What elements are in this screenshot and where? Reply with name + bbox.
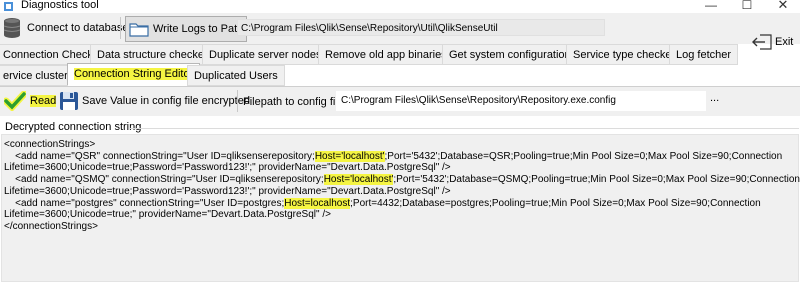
filepath-field[interactable]: C:\Program Files\Qlik\Sense\Repository\R… [336,91,706,111]
close-button[interactable]: ✕ [768,0,798,13]
tab-row-2: ervice cluster Connection String Editor … [0,63,800,86]
write-logs-button[interactable]: Write Logs to Path [125,16,248,42]
database-icon [3,18,21,38]
host-highlight: Host='localhost' [323,174,394,186]
xml-text: ;Port='5432';Database=QSR;Pooling=true;M… [384,150,783,162]
toolbar-separator [237,90,238,112]
check-icon [4,91,26,111]
xml-text: <add name="QSR" connectionString="User I… [4,150,315,162]
window-title: Diagnostics tool [21,0,99,11]
tab-duplicated-users[interactable]: Duplicated Users [187,65,285,86]
xml-line: <add name="QSMQ" connectionString="User … [4,174,800,186]
maximize-button[interactable]: ☐ [732,0,762,13]
xml-line: <connectionStrings> [4,139,96,150]
xml-line: </connectionStrings> [4,220,98,232]
xml-line: <add name="postgres" connectionString="U… [4,197,796,210]
xml-text: <add name="postgres" connectionString="U… [4,197,285,209]
tab-connection-string-editor-label: Connection String Editor [74,68,194,80]
minimize-button[interactable]: — [696,0,726,13]
connect-database-label: Connect to database [27,22,129,34]
tab-data-structure-checker[interactable]: Data structure checker [90,44,215,65]
tab-connection-string-editor[interactable]: Connection String Editor [67,63,201,86]
xml-text: ;Port='5432';Database=QSMQ;Pooling=true;… [393,174,800,186]
tab-row-1: Connection Checker Data structure checke… [0,44,800,65]
title-bar: Diagnostics tool — ☐ ✕ [0,0,800,13]
save-encrypted-button[interactable]: Save Value in config file encrypted [59,90,250,112]
tab-log-fetcher[interactable]: Log fetcher [669,44,739,65]
tab-duplicate-server-nodes[interactable]: Duplicate server nodes [202,44,329,65]
xml-line: Lifetime=3600;Unicode=true;" providerNam… [4,209,331,221]
tab-service-type-checker[interactable]: Service type checker [566,44,683,65]
group-divider [130,128,799,129]
tab-remove-old-app-binaries[interactable]: Remove old app binaries [318,44,454,65]
host-highlight: Host=localhost [284,197,351,209]
editor-toolbar: Read Save Value in config file encrypted… [0,87,800,116]
tab-get-system-configuration[interactable]: Get system configuration [442,44,578,65]
save-encrypted-label: Save Value in config file encrypted [82,95,250,107]
connection-string-textarea[interactable]: <connectionStrings> <add name="QSR" conn… [1,134,800,282]
logs-path-field[interactable]: C:\Program Files\Qlik\Sense\Repository\U… [237,19,605,36]
host-highlight: Host='localhost' [314,150,385,162]
browse-button[interactable]: ... [710,92,719,104]
connect-database-button[interactable]: Connect to database [0,16,131,40]
filepath-label: Filepath to config file: [243,96,347,108]
toolbar-separator [120,17,121,39]
tab-service-cluster[interactable]: ervice cluster [0,65,75,86]
xml-line: Lifetime=3600;Unicode=true;Password='Pas… [4,185,451,197]
read-button[interactable]: Read [4,90,57,112]
xml-text: <add name="QSMQ" connectionString="User … [4,174,324,186]
read-label: Read [30,95,57,107]
group-label: Decrypted connection string [5,121,142,133]
floppy-save-icon [60,92,78,110]
write-logs-label: Write Logs to Path [153,23,244,35]
xml-text: ;Port=4432;Database=postgres;Pooling=tru… [350,197,761,209]
xml-line: Lifetime=3600;Unicode=true;Password='Pas… [4,162,451,174]
xml-line: <add name="QSR" connectionString="User I… [4,150,796,163]
app-icon [4,2,13,11]
folder-icon [129,23,149,37]
